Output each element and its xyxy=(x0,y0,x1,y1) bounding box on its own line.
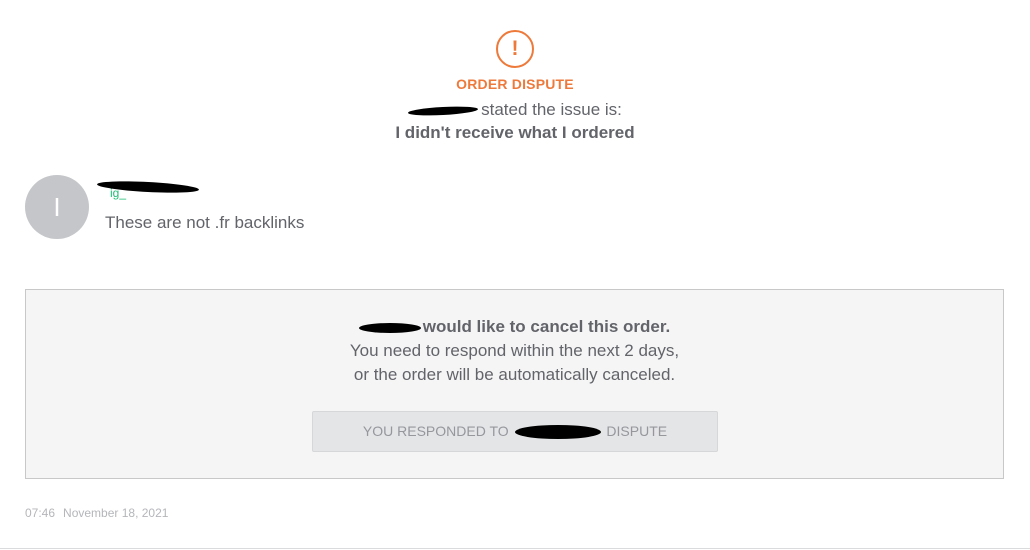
respond-deadline-text: You need to respond within the next 2 da… xyxy=(349,341,680,360)
dispute-title: ORDER DISPUTE xyxy=(456,76,574,92)
cancel-request-title: would like to cancel this order. xyxy=(26,317,1003,337)
dispute-page: ! ORDER DISPUTE stated the issue is: I d… xyxy=(0,0,1030,550)
message-sender[interactable]: ig_ xyxy=(96,179,205,200)
alert-circle-icon: ! xyxy=(496,30,534,68)
button-prefix: YOU RESPONDED TO xyxy=(362,423,509,439)
stated-suffix: stated the issue is: xyxy=(481,100,622,119)
responded-to-dispute-button[interactable]: YOU RESPONDED TO DISPUTE xyxy=(312,411,718,452)
message-timestamp: 07:46 November 18, 2021 xyxy=(25,506,168,520)
message-text: These are not .fr backlinks xyxy=(105,213,305,232)
issue-statement: stated the issue is: xyxy=(0,100,1030,120)
cancel-request-box: would like to cancel this order. You nee… xyxy=(25,289,1004,479)
order-dispute-header: ! ORDER DISPUTE stated the issue is: I d… xyxy=(0,30,1030,143)
avatar[interactable]: I xyxy=(25,175,89,239)
redacted-username xyxy=(358,322,421,333)
redacted-username xyxy=(407,104,479,117)
timestamp-time: 07:46 xyxy=(25,506,56,520)
redacted-username xyxy=(514,425,601,440)
cancel-title-text: would like to cancel this order. xyxy=(422,317,671,336)
dispute-issue: I didn't receive what I ordered xyxy=(395,123,635,142)
button-suffix: DISPUTE xyxy=(606,423,668,439)
auto-cancel-text: or the order will be automatically cance… xyxy=(353,365,676,384)
timestamp-date: November 18, 2021 xyxy=(63,506,169,520)
bottom-divider xyxy=(0,548,1030,549)
